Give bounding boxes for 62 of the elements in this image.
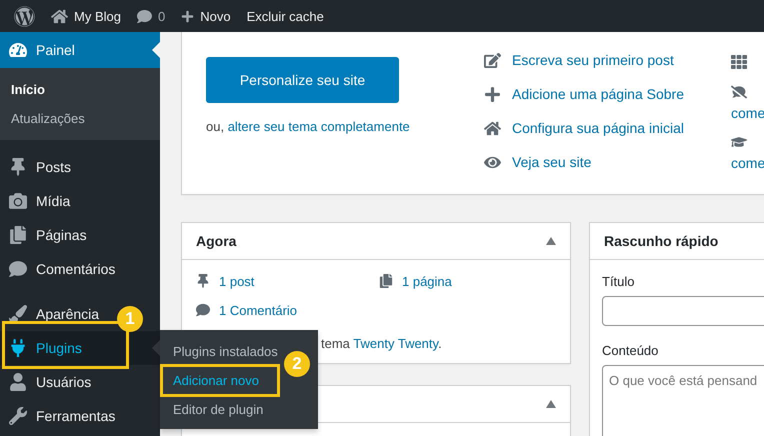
camera-icon (9, 192, 27, 210)
sidebar-item[interactable]: Aparência (0, 297, 100, 331)
customize-button[interactable]: Personalize seu site (206, 57, 399, 103)
next-step-link[interactable]: Adicione uma página Sobre (484, 77, 684, 111)
next-step-link[interactable]: Configura sua página inicial (484, 111, 684, 145)
sidebar-item[interactable]: Painel (0, 32, 160, 68)
sidebar-item[interactable]: Plugins (0, 331, 160, 365)
sidebar-item[interactable]: Mídia (0, 184, 70, 218)
brush-icon (9, 305, 27, 323)
site-name-link[interactable]: My Blog (43, 0, 129, 32)
user-icon (9, 373, 27, 391)
content-textarea[interactable]: O que você está pensand (602, 365, 764, 436)
sidebar-item[interactable]: Posts (0, 150, 72, 184)
field-label: Título (602, 274, 635, 289)
comments-link[interactable]: 0 (128, 0, 174, 32)
collapse-icon[interactable] (546, 400, 556, 408)
speech-bubble-icon (136, 8, 152, 24)
sidebar-item[interactable]: Páginas (0, 218, 87, 252)
flyout-item[interactable]: Plugins instalados (160, 338, 278, 365)
step-number-badge: 1 (117, 306, 143, 332)
next-step-link[interactable]: Escreva seu primeiro post (484, 43, 674, 77)
speech-bubble-icon (196, 303, 210, 317)
clear-cache-link[interactable]: Excluir cache (238, 0, 332, 32)
new-link[interactable]: Novo (173, 0, 239, 32)
submenu-item[interactable]: Atualizações (0, 104, 96, 133)
theme-change-text: ou, altere seu tema completamente (206, 119, 410, 134)
step-number-badge: 2 (284, 351, 310, 377)
flyout-item[interactable]: Editor de plugin (160, 396, 264, 423)
grid-icon (731, 54, 747, 70)
pin-icon (9, 158, 27, 176)
theme-change-link[interactable]: altere seu tema completamente (228, 119, 410, 134)
flyout-item[interactable]: Adicionar novo (160, 364, 280, 397)
card-title: Rascunho rápido (604, 233, 718, 249)
theme-link[interactable]: Twenty Twenty (353, 336, 438, 351)
pointer-icon (152, 42, 160, 58)
house-icon (51, 8, 68, 24)
pages-icon (9, 226, 27, 244)
wrench-icon (9, 407, 27, 425)
wordpress-logo-icon[interactable] (14, 6, 35, 26)
submenu-item[interactable]: Início (0, 75, 56, 104)
speech-bubble-icon (9, 260, 27, 278)
gauge-icon (9, 41, 27, 59)
plus-icon (484, 86, 501, 102)
pencil-icon (484, 52, 501, 68)
stat-link[interactable]: 1 página (379, 272, 452, 290)
pages-icon (379, 274, 393, 288)
theme-info-text: tema Twenty Twenty. (321, 335, 442, 353)
sidebar-item[interactable]: Ferramentas (0, 399, 116, 433)
field-label: Conteúdo (602, 343, 658, 358)
collapse-icon[interactable] (546, 237, 556, 245)
plug-icon (9, 339, 27, 357)
card-title: Agora (196, 233, 236, 249)
house-icon (484, 120, 501, 136)
next-step-link[interactable]: Veja seu site (484, 145, 592, 179)
speech-bubble-icon (731, 84, 747, 100)
plus-icon (181, 10, 194, 22)
stat-link[interactable]: 1 post (196, 272, 254, 290)
graduation-cap-icon (731, 134, 747, 150)
pin-icon (196, 274, 210, 288)
sidebar-item[interactable]: Usuários (0, 365, 92, 399)
stat-link[interactable]: 1 Comentário (196, 301, 298, 319)
sidebar-item[interactable]: Comentários (0, 252, 116, 286)
